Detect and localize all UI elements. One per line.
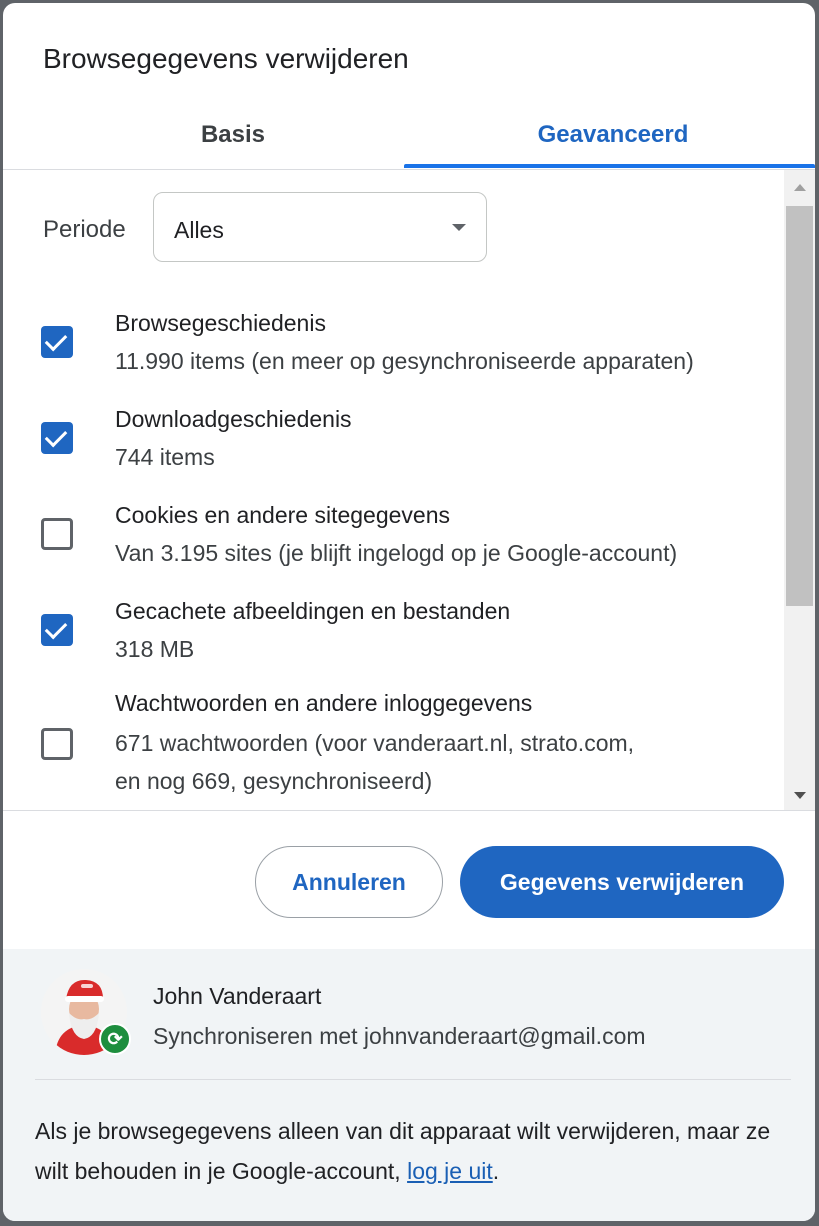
tab-advanced[interactable]: Geavanceerd (413, 103, 813, 167)
checkbox-download-history[interactable] (41, 422, 73, 454)
tab-bar: Basis Geavanceerd (3, 103, 815, 171)
period-select[interactable]: Alles (153, 192, 487, 262)
sign-out-info: Als je browsegegevens alleen van dit app… (35, 1111, 795, 1191)
option-cookies[interactable]: Cookies en andere sitegegevens Van 3.195… (3, 492, 783, 582)
sync-icon: ⟳ (99, 1023, 131, 1055)
sign-out-link[interactable]: log je uit (407, 1158, 493, 1184)
dialog-title: Browsegegevens verwijderen (43, 43, 409, 74)
option-description: 11.990 items (en meer op gesynchroniseer… (115, 348, 694, 374)
option-description: 671 wachtwoorden (voor vanderaart.nl, st… (115, 730, 635, 756)
checkbox-passwords[interactable] (41, 728, 73, 760)
account-name: John Vanderaart (153, 983, 322, 1009)
option-title: Browsegeschiedenis (115, 310, 326, 336)
option-description: en nog 669, gesynchroniseerd) (115, 768, 433, 794)
period-label: Periode (43, 216, 126, 243)
active-tab-indicator (404, 164, 815, 168)
info-text: Als je browsegegevens alleen van dit app… (35, 1118, 771, 1184)
options-scroll-area: Periode Alles Browsegeschiedenis 11.990 … (3, 170, 815, 810)
cancel-button[interactable]: Annuleren (255, 846, 443, 918)
scroll-down-arrow-icon[interactable] (794, 792, 806, 799)
info-text-end: . (492, 1158, 500, 1184)
delete-data-button[interactable]: Gegevens verwijderen (460, 846, 784, 918)
option-cached-images[interactable]: Gecachete afbeeldingen en bestanden 318 … (3, 588, 783, 678)
period-select-value: Alles (174, 217, 224, 243)
clear-browsing-data-dialog: Browsegegevens verwijderen Basis Geavanc… (3, 3, 815, 1221)
tab-basic[interactable]: Basis (33, 103, 433, 167)
option-title: Downloadgeschiedenis (115, 406, 352, 432)
checkmark-icon (44, 616, 68, 640)
option-title: Wachtwoorden en andere inloggegevens (115, 690, 533, 716)
scrollbar[interactable] (784, 170, 815, 810)
scrollbar-thumb[interactable] (786, 206, 813, 606)
option-title: Cookies en andere sitegegevens (115, 502, 451, 528)
option-description: 744 items (115, 444, 215, 470)
option-description: 318 MB (115, 636, 195, 662)
panel-divider (35, 1079, 791, 1080)
checkmark-icon (44, 328, 68, 352)
checkbox-browsing-history[interactable] (41, 326, 73, 358)
account-sync-status: Synchroniseren met johnvanderaart@gmail.… (153, 1023, 646, 1049)
option-description: Van 3.195 sites (je blijft ingelogd op j… (115, 540, 678, 566)
dropdown-arrow-icon (452, 224, 466, 231)
option-passwords[interactable]: Wachtwoorden en andere inloggegevens 671… (3, 684, 783, 810)
option-title: Gecachete afbeeldingen en bestanden (115, 598, 511, 624)
option-download-history[interactable]: Downloadgeschiedenis 744 items (3, 396, 783, 486)
checkmark-icon (44, 424, 68, 448)
option-browsing-history[interactable]: Browsegeschiedenis 11.990 items (en meer… (3, 300, 783, 390)
footer-divider (3, 810, 815, 811)
checkbox-cached-images[interactable] (41, 614, 73, 646)
checkbox-cookies[interactable] (41, 518, 73, 550)
account-panel: ⟳ John Vanderaart Synchroniseren met joh… (3, 949, 815, 1221)
scroll-up-arrow-icon[interactable] (794, 184, 806, 191)
